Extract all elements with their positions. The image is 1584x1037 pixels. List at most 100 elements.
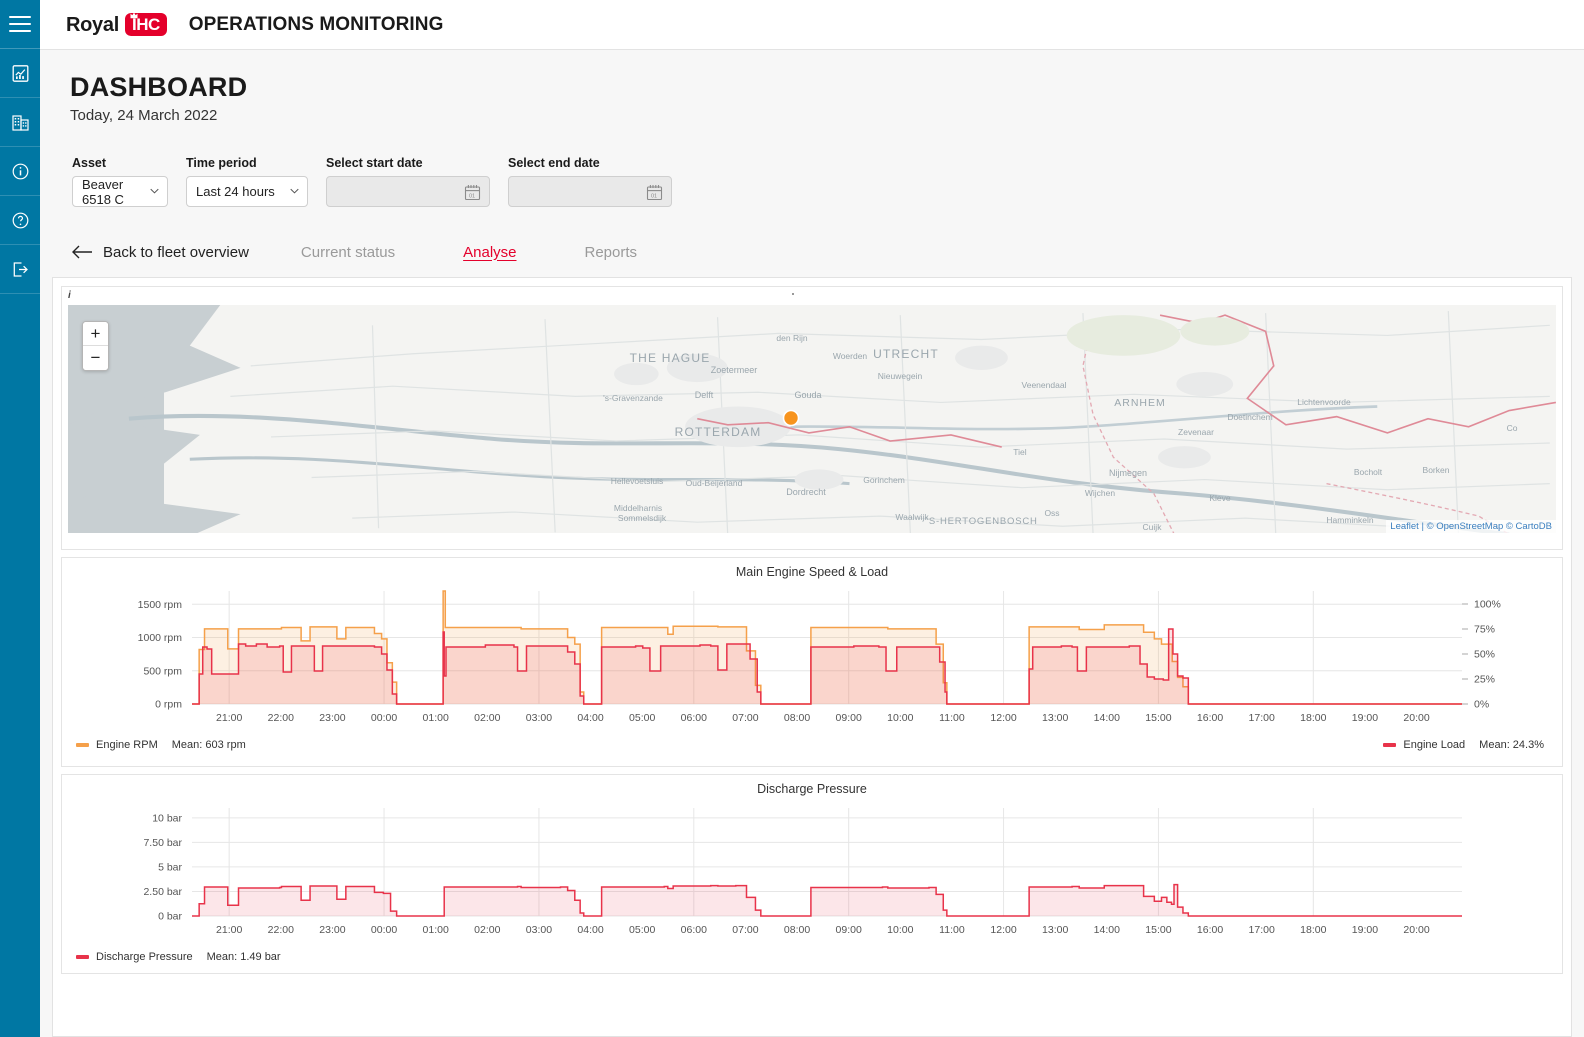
tab-current-status[interactable]: Current status bbox=[291, 244, 405, 261]
x-tick-label: 19:00 bbox=[1352, 924, 1378, 936]
map-label: Gorinchem bbox=[863, 475, 905, 485]
map-label: Co bbox=[1507, 423, 1518, 433]
map-widget: i bbox=[61, 286, 1563, 550]
attribution-osm[interactable]: © OpenStreetMap bbox=[1427, 521, 1506, 532]
x-tick-label: 12:00 bbox=[990, 924, 1016, 936]
x-tick-label: 12:00 bbox=[990, 712, 1016, 724]
map-label: Oss bbox=[1044, 508, 1059, 518]
chart-1-plot[interactable]: 21:0022:0023:0000:0001:0002:0003:0004:00… bbox=[62, 583, 1562, 738]
map-label: ROTTERDAM bbox=[675, 425, 762, 439]
y-tick-label: 500 rpm bbox=[143, 665, 182, 677]
sidebar-item-help[interactable] bbox=[0, 196, 40, 245]
y-tick-label: 1000 rpm bbox=[138, 632, 183, 644]
leaflet-map[interactable]: + − THE HAGUEROTTERDAMUTRECHTARNHEM'S-HE… bbox=[68, 305, 1556, 533]
x-tick-label: 20:00 bbox=[1403, 924, 1429, 936]
legend-engine-load[interactable]: Engine Load Mean: 24.3% bbox=[1383, 739, 1544, 751]
y-tick-label: 10 bar bbox=[152, 812, 182, 824]
map-label: Nieuwegein bbox=[878, 371, 923, 381]
attribution-cartodb[interactable]: © CartoDB bbox=[1506, 521, 1552, 532]
asset-select[interactable]: Beaver 6518 C bbox=[72, 176, 168, 207]
x-tick-label: 15:00 bbox=[1145, 712, 1171, 724]
y-right-tick-label: 0% bbox=[1474, 699, 1489, 711]
end-date-input[interactable]: 01 bbox=[508, 176, 672, 207]
x-tick-label: 16:00 bbox=[1197, 712, 1223, 724]
filter-start-date: Select start date 01 bbox=[326, 156, 490, 207]
chart-1-svg: 21:0022:0023:0000:0001:0002:0003:0004:00… bbox=[62, 583, 1540, 738]
calendar-icon: 01 bbox=[463, 183, 482, 202]
map-label: Bocholt bbox=[1354, 467, 1383, 477]
x-tick-label: 18:00 bbox=[1300, 712, 1326, 724]
x-tick-label: 00:00 bbox=[371, 712, 397, 724]
map-label: Doetinchem bbox=[1227, 412, 1272, 422]
map-label: Gouda bbox=[794, 390, 821, 400]
legend-discharge-pressure[interactable]: Discharge Pressure Mean: 1.49 bar bbox=[76, 951, 281, 963]
x-tick-label: 23:00 bbox=[319, 924, 345, 936]
end-date-label: Select end date bbox=[508, 156, 672, 170]
time-period-value: Last 24 hours bbox=[196, 184, 275, 199]
info-circle-icon bbox=[11, 162, 30, 181]
question-circle-icon bbox=[11, 211, 30, 230]
map-label: Wijchen bbox=[1085, 488, 1116, 498]
back-to-fleet-overview-link[interactable]: Back to fleet overview bbox=[72, 244, 249, 261]
tab-reports[interactable]: Reports bbox=[575, 244, 648, 261]
royal-ihc-logo: Royal IHC bbox=[66, 13, 167, 37]
y-right-tick-label: 75% bbox=[1474, 624, 1495, 636]
calendar-icon: 01 bbox=[645, 183, 664, 202]
filter-time-period: Time period Last 24 hours bbox=[186, 156, 308, 207]
sidebar-item-menu-toggle[interactable] bbox=[0, 0, 40, 49]
x-tick-label: 11:00 bbox=[939, 924, 965, 936]
map-info-marker[interactable]: i bbox=[62, 287, 1562, 305]
legend-swatch-pressure bbox=[76, 955, 89, 959]
x-tick-label: 10:00 bbox=[887, 924, 913, 936]
map-label: Delft bbox=[695, 390, 714, 400]
x-tick-label: 02:00 bbox=[474, 712, 500, 724]
x-tick-label: 00:00 bbox=[371, 924, 397, 936]
top-bar: Royal IHC OPERATIONS MONITORING bbox=[40, 0, 1584, 50]
map-label: Oud-Beijerland bbox=[686, 478, 743, 488]
attribution-leaflet[interactable]: Leaflet | bbox=[1390, 521, 1426, 532]
widgets-container: i bbox=[52, 277, 1572, 1037]
x-tick-label: 18:00 bbox=[1300, 924, 1326, 936]
x-tick-label: 05:00 bbox=[629, 924, 655, 936]
map-top-dot bbox=[792, 293, 794, 295]
legend-mean-rpm: Mean: 603 rpm bbox=[172, 739, 246, 751]
sidebar-item-dashboard[interactable] bbox=[0, 49, 40, 98]
map-label: Zoetermeer bbox=[711, 365, 758, 375]
y-right-tick-label: 50% bbox=[1474, 649, 1495, 661]
tab-analyse[interactable]: Analyse bbox=[453, 244, 526, 261]
x-tick-label: 03:00 bbox=[526, 924, 552, 936]
map-attribution[interactable]: Leaflet | © OpenStreetMap © CartoDB bbox=[1386, 520, 1556, 533]
filter-asset: Asset Beaver 6518 C bbox=[72, 156, 168, 207]
x-tick-label: 02:00 bbox=[474, 924, 500, 936]
sidebar-item-logout[interactable] bbox=[0, 245, 40, 294]
page-content: DASHBOARD Today, 24 March 2022 Asset Bea… bbox=[40, 50, 1584, 1037]
map-label: Lichtenvoorde bbox=[1297, 397, 1351, 407]
main-area: Royal IHC OPERATIONS MONITORING DASHBOAR… bbox=[40, 0, 1584, 1037]
legend-mean-pressure: Mean: 1.49 bar bbox=[207, 951, 281, 963]
map-label: den Rijn bbox=[776, 333, 807, 343]
legend-swatch-rpm bbox=[76, 743, 89, 747]
map-label: Middelharnis bbox=[614, 503, 662, 513]
x-tick-label: 07:00 bbox=[732, 924, 758, 936]
page-header: DASHBOARD Today, 24 March 2022 bbox=[40, 50, 1584, 124]
start-date-input[interactable]: 01 bbox=[326, 176, 490, 207]
sidebar-item-fleet[interactable] bbox=[0, 98, 40, 147]
sub-navigation: Back to fleet overview Current status An… bbox=[40, 207, 1584, 269]
filter-end-date: Select end date 01 bbox=[508, 156, 672, 207]
asset-label: Asset bbox=[72, 156, 168, 170]
x-tick-label: 17:00 bbox=[1249, 924, 1275, 936]
time-period-select[interactable]: Last 24 hours bbox=[186, 176, 308, 207]
series-area-pressure bbox=[192, 885, 1462, 916]
y-right-tick-label: 25% bbox=[1474, 674, 1495, 686]
x-tick-label: 07:00 bbox=[732, 712, 758, 724]
x-tick-label: 13:00 bbox=[1042, 712, 1068, 724]
x-tick-label: 21:00 bbox=[216, 712, 242, 724]
time-period-label: Time period bbox=[186, 156, 308, 170]
map-label: Nijmegen bbox=[1109, 468, 1147, 478]
legend-engine-rpm[interactable]: Engine RPM Mean: 603 rpm bbox=[76, 739, 246, 751]
map-label: 'S-HERTOGENBOSCH bbox=[926, 516, 1037, 527]
chart-2-plot[interactable]: 21:0022:0023:0000:0001:0002:0003:0004:00… bbox=[62, 800, 1562, 950]
logout-icon bbox=[11, 260, 30, 279]
sidebar-item-information[interactable] bbox=[0, 147, 40, 196]
map-label: Tiel bbox=[1013, 447, 1026, 457]
